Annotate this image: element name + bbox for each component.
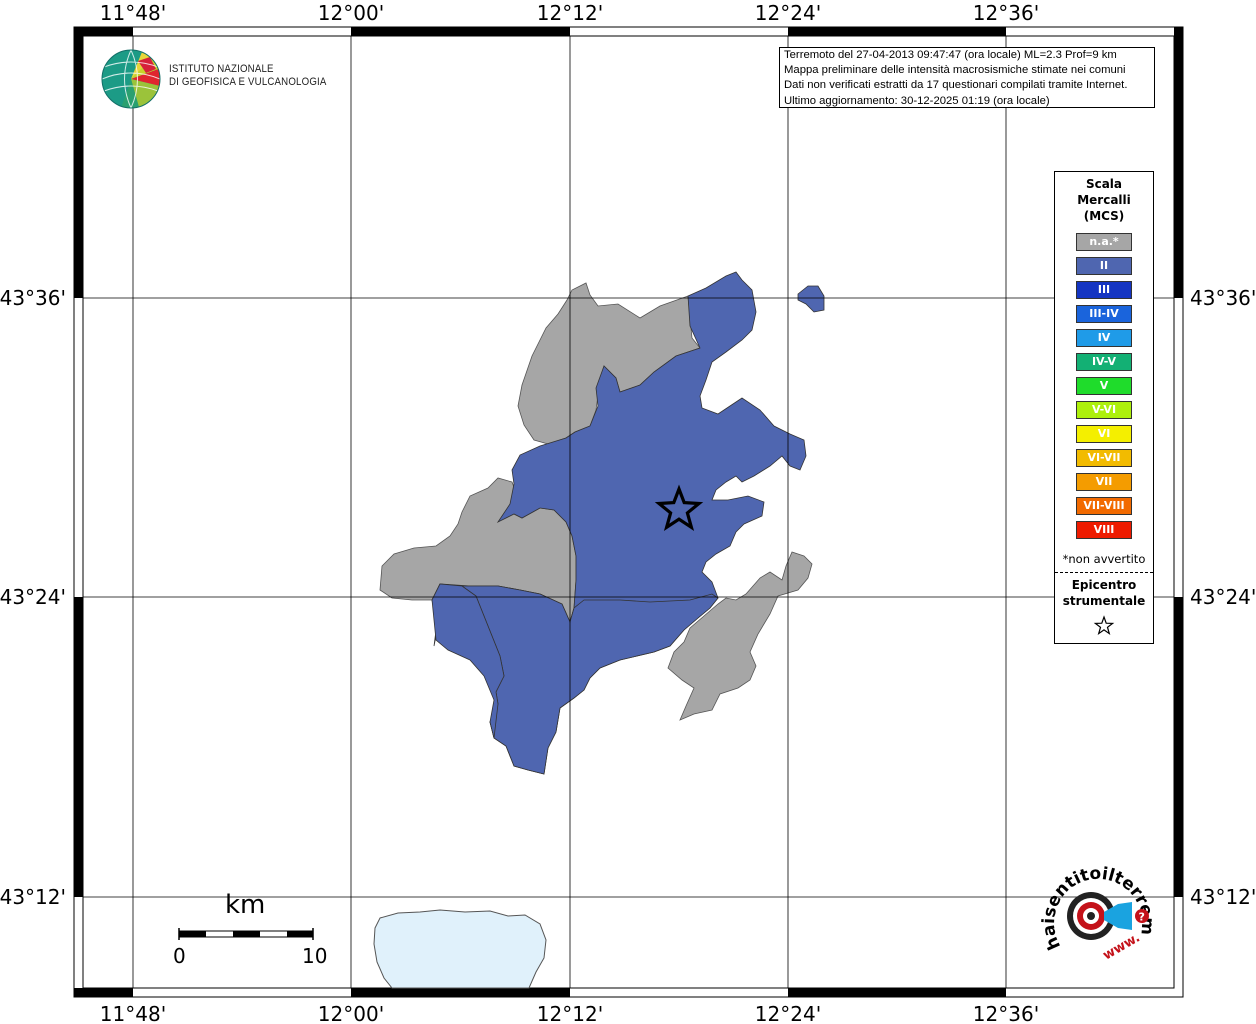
longitude-label: 12°36' [973,1002,1039,1024]
latitude-label: 43°36' [1190,286,1256,310]
event-info-line: Mappa preliminare delle intensità macros… [784,64,1126,77]
legend-item: VI [1076,425,1132,443]
hai-sentito-www: www. [1101,930,1143,963]
legend-epicenter-line: Epicentro [1071,578,1137,592]
latitude-label: 43°36' [0,286,66,310]
longitude-label: 12°12' [537,1002,603,1024]
scale-bar: km 0 10 [170,890,330,970]
legend-title-line: Scala [1085,177,1123,191]
legend-separator [1055,572,1153,573]
legend-title-line: Mercalli [1077,193,1131,207]
legend-item: VII-VIII [1076,497,1132,515]
legend-item: IV-V [1076,353,1132,371]
scale-start-label: 0 [173,944,186,968]
svg-text:?: ? [1139,911,1145,924]
longitude-label: 12°00' [318,1002,384,1024]
ingv-logo: ISTITUTO NAZIONALE DI GEOFISICA E VULCAN… [100,47,330,111]
legend-item: V [1076,377,1132,395]
legend-item: III-IV [1076,305,1132,323]
legend-item: VIII [1076,521,1132,539]
lake-trasimeno [373,909,547,989]
legend-title: Scala Mercalli (MCS) [1055,176,1153,224]
legend-item: II [1076,257,1132,275]
longitude-label: 11°48' [100,1002,166,1024]
legend-epicenter-line: strumentale [1062,594,1146,608]
legend-item: VII [1076,473,1132,491]
legend-epicenter-label: Epicentro strumentale [1055,577,1153,609]
event-info-line: Dati non verificati estratti da 17 quest… [784,79,1128,92]
intensity-legend: Scala Mercalli (MCS) n.a.* II III III-IV IV I… [1054,171,1154,644]
legend-item: V-VI [1076,401,1132,419]
event-info-line: Terremoto del 27-04-2013 09:47:47 (ora l… [784,49,1117,61]
ingv-name-line1: ISTITUTO NAZIONALE [169,63,274,75]
latitude-label: 43°24' [0,585,66,609]
scale-end-label: 10 [302,944,328,968]
globe-icon [101,49,161,109]
event-info-box: Terremoto del 27-04-2013 09:47:47 (ora l… [779,47,1155,108]
latitude-label: 43°12' [1190,885,1256,909]
latitude-label: 43°12' [0,885,66,909]
hai-sentito-logo: haisentitoilterremoto.it www. ? [1028,841,1164,976]
legend-item: IV [1076,329,1132,347]
longitude-label: 12°12' [537,1,603,25]
latitude-label: 43°24' [1190,585,1256,609]
legend-item: III [1076,281,1132,299]
ingv-name: ISTITUTO NAZIONALE DI GEOFISICA E VULCAN… [169,63,327,89]
ingv-name-line2: DI GEOFISICA E VULCANOLOGIA [169,76,327,88]
longitude-label: 12°00' [318,1,384,25]
scale-unit: km [225,890,266,920]
legend-item: VI-VII [1076,449,1132,467]
legend-title-line: (MCS) [1083,209,1125,223]
longitude-label: 11°48' [100,1,166,25]
hai-sentito-icon: haisentitoilterremoto.it www. ? [1028,841,1157,963]
longitude-label: 12°36' [973,1,1039,25]
longitude-label: 12°24' [755,1,821,25]
legend-note: *non avvertito [1062,552,1146,566]
event-info-line: Ultimo aggiornamento: 30-12-2025 01:19 (… [784,94,1050,107]
legend-items: n.a.* II III III-IV IV IV-V V V-VI VI VI-VII VII VI… [1055,233,1153,539]
longitude-label: 12°24' [755,1002,821,1024]
legend-star-icon [1055,615,1153,641]
legend-item: n.a.* [1076,233,1132,251]
